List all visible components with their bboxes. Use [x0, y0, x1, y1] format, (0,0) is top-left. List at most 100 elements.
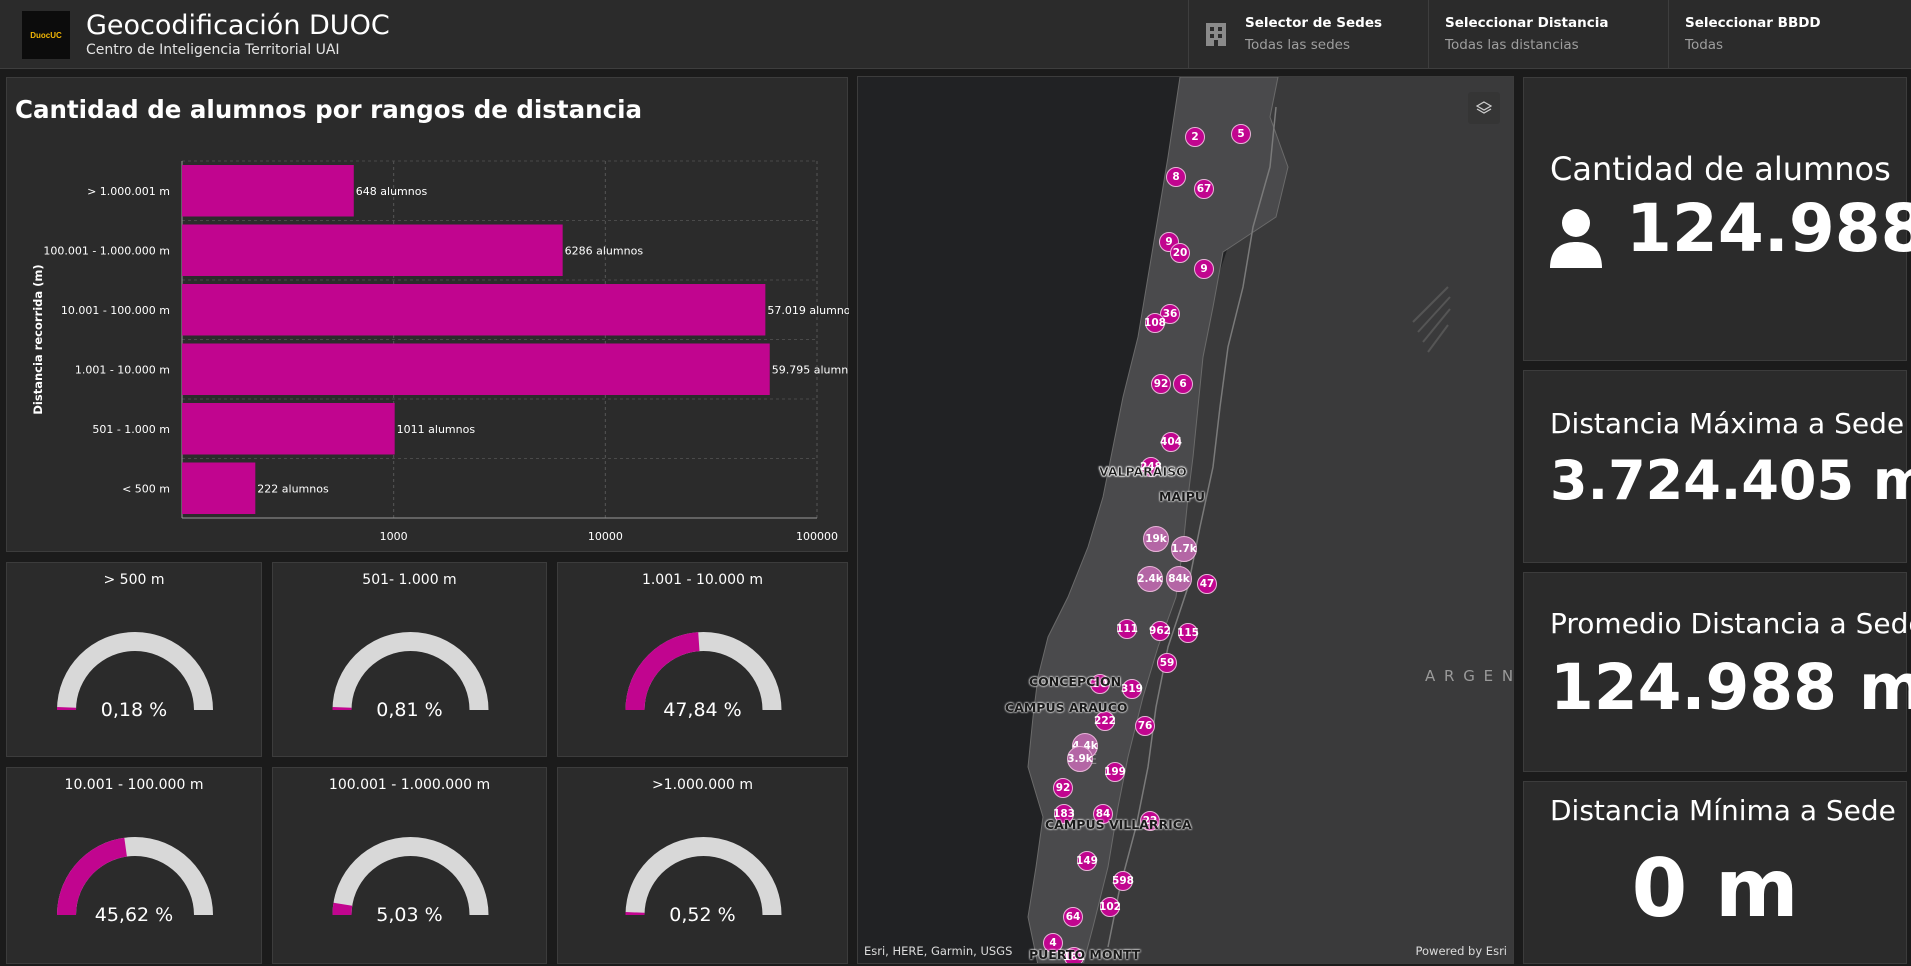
bar: [182, 343, 770, 395]
gauge-panel: 501- 1.000 m 0,81 %: [272, 562, 547, 757]
cluster-marker[interactable]: 9: [1194, 259, 1214, 279]
gauge-chart: [625, 837, 782, 915]
layers-icon: [1476, 101, 1492, 114]
category-label: 10.001 - 100.000 m: [61, 304, 170, 317]
bar: [182, 165, 354, 217]
cluster-marker[interactable]: 64: [1063, 907, 1083, 927]
data-label: 648 alumnos: [356, 185, 428, 198]
gauge-panel: 1.001 - 10.000 m 47,84 %: [557, 562, 848, 757]
cluster-marker[interactable]: 3.9k: [1067, 746, 1093, 772]
category-label: 1.001 - 10.000 m: [75, 363, 170, 376]
distancia-selector[interactable]: Seleccionar Distancia Todas las distanci…: [1428, 0, 1668, 68]
bar-chart: > 1.000.001 m 648 alumnos 100.001 - 1.000.…: [31, 160, 849, 543]
kpi-title: Cantidad de alumnos: [1550, 150, 1891, 188]
bar: [182, 462, 256, 514]
kpi-alumnos-panel: Cantidad de alumnos 124.988: [1523, 77, 1911, 361]
city-label: PUERTO MONTT: [1029, 947, 1141, 962]
header-bar: DuocUC Geocodificación DUOC Centro de In…: [0, 0, 1911, 69]
gauge-chart: [332, 632, 489, 710]
kpi-min-panel: Distancia Mínima a Sede 0 m: [1523, 781, 1907, 964]
data-label: 1011 alumnos: [397, 423, 476, 436]
city-label: MAIPU: [1159, 489, 1206, 504]
cluster-marker[interactable]: 962: [1149, 621, 1171, 641]
kpi-title: Distancia Máxima a Sede: [1550, 407, 1905, 440]
bbdd-selector-value: Todas: [1685, 37, 1724, 53]
kpi-title: Distancia Mínima a Sede: [1550, 794, 1896, 827]
cluster-marker[interactable]: 92: [1151, 374, 1171, 394]
cluster-marker[interactable]: 115: [1177, 623, 1199, 643]
cluster-marker[interactable]: 20: [1170, 243, 1190, 263]
gauge-chart: [57, 632, 213, 710]
data-label: 6286 alumnos: [565, 244, 644, 257]
logo-text: DuocUC: [30, 30, 62, 40]
cluster-marker[interactable]: 598: [1112, 871, 1134, 891]
dashboard: DuocUC Geocodificación DUOC Centro de In…: [0, 0, 1911, 966]
gauge-panel: 10.001 - 100.000 m 45,62 %: [6, 767, 262, 964]
kpi-max-panel: Distancia Máxima a Sede 3.724.405 m: [1523, 370, 1911, 563]
cluster-marker[interactable]: 111: [1116, 619, 1138, 639]
cluster-marker[interactable]: 1.7k: [1171, 536, 1197, 562]
category-label: 100.001 - 1.000.000 m: [43, 244, 170, 257]
city-label: CAMPUS VILLARRICA: [1045, 817, 1192, 832]
city-label: VALPARAISO: [1099, 464, 1187, 479]
gauge-chart: [332, 837, 489, 915]
data-label: 57.019 alumno: [767, 304, 849, 317]
cluster-marker[interactable]: 47: [1197, 574, 1217, 594]
bbdd-selector[interactable]: Seleccionar BBDD Todas: [1668, 0, 1911, 68]
kpi-value: 0 m: [1631, 842, 1799, 935]
cluster-marker[interactable]: 76: [1135, 716, 1155, 736]
bar: [182, 284, 766, 336]
bbdd-selector-label: Seleccionar BBDD: [1685, 15, 1821, 31]
distancia-selector-label: Seleccionar Distancia: [1445, 15, 1609, 31]
cluster-marker[interactable]: 404: [1160, 432, 1182, 452]
sede-selector[interactable]: Selector de Sedes Todas las sedes: [1188, 0, 1428, 68]
cluster-marker[interactable]: 108: [1144, 313, 1166, 333]
sede-selector-label: Selector de Sedes: [1245, 15, 1383, 31]
map-view[interactable]: A R G E N T H E 528679209361089264042481…: [857, 76, 1514, 964]
gauge-panel: >1.000.000 m 0,52 %: [557, 767, 848, 964]
cluster-marker[interactable]: 5: [1231, 124, 1251, 144]
bar: [182, 224, 563, 276]
y-axis-label: Distancia recorrida (m): [31, 264, 45, 414]
cluster-marker[interactable]: 149: [1076, 851, 1098, 871]
data-label: 59.795 alumn: [772, 363, 848, 376]
city-label: CONCEPCION: [1029, 674, 1122, 689]
gauge-value: 0,18 %: [100, 699, 168, 721]
person-icon: [1550, 209, 1602, 268]
gauge-value: 5,03 %: [376, 904, 443, 926]
kpi-value: 124.988: [1626, 190, 1911, 267]
sede-selector-value: Todas las sedes: [1245, 37, 1350, 53]
layers-button[interactable]: [1468, 92, 1500, 124]
data-label: 222 alumnos: [257, 482, 329, 495]
cluster-marker[interactable]: 59: [1157, 653, 1177, 673]
gauge-chart: [57, 837, 213, 915]
map-powered-by[interactable]: Powered by Esri: [1416, 944, 1508, 958]
cluster-marker[interactable]: 84k: [1166, 566, 1192, 592]
cluster-marker[interactable]: 2: [1185, 127, 1205, 147]
gauge-panel: > 500 m 0,18 %: [6, 562, 262, 757]
cluster-marker[interactable]: 92: [1053, 778, 1073, 798]
app-subtitle: Centro de Inteligencia Territorial UAI: [86, 42, 340, 58]
cluster-marker[interactable]: 199: [1104, 762, 1126, 782]
city-label: CAMPUS ARAUCO: [1005, 700, 1128, 715]
category-label: 501 - 1.000 m: [92, 423, 170, 436]
map-attribution: Esri, HERE, Garmin, USGS: [864, 944, 1013, 958]
bar: [182, 403, 395, 455]
tick-label: 100000: [796, 530, 838, 543]
cluster-marker[interactable]: 2.4k: [1137, 566, 1163, 592]
gauge-chart: [625, 632, 782, 710]
cluster-marker[interactable]: 102: [1099, 897, 1121, 917]
cluster-marker[interactable]: 8: [1166, 167, 1186, 187]
kpi-value: 3.724.405 m: [1550, 449, 1911, 512]
tick-label: 10000: [588, 530, 623, 543]
kpi-title: Promedio Distancia a Sede: [1550, 607, 1911, 640]
category-label: > 1.000.001 m: [87, 185, 170, 198]
distancia-selector-value: Todas las distancias: [1445, 37, 1579, 53]
cluster-marker[interactable]: 6: [1173, 374, 1193, 394]
cluster-marker[interactable]: 319: [1121, 679, 1143, 699]
gauge-value: 47,84 %: [663, 699, 742, 721]
category-label: < 500 m: [122, 482, 170, 495]
cluster-marker[interactable]: 19k: [1143, 526, 1169, 552]
kpi-value: 124.988 m: [1550, 651, 1911, 724]
cluster-marker[interactable]: 67: [1194, 179, 1214, 199]
